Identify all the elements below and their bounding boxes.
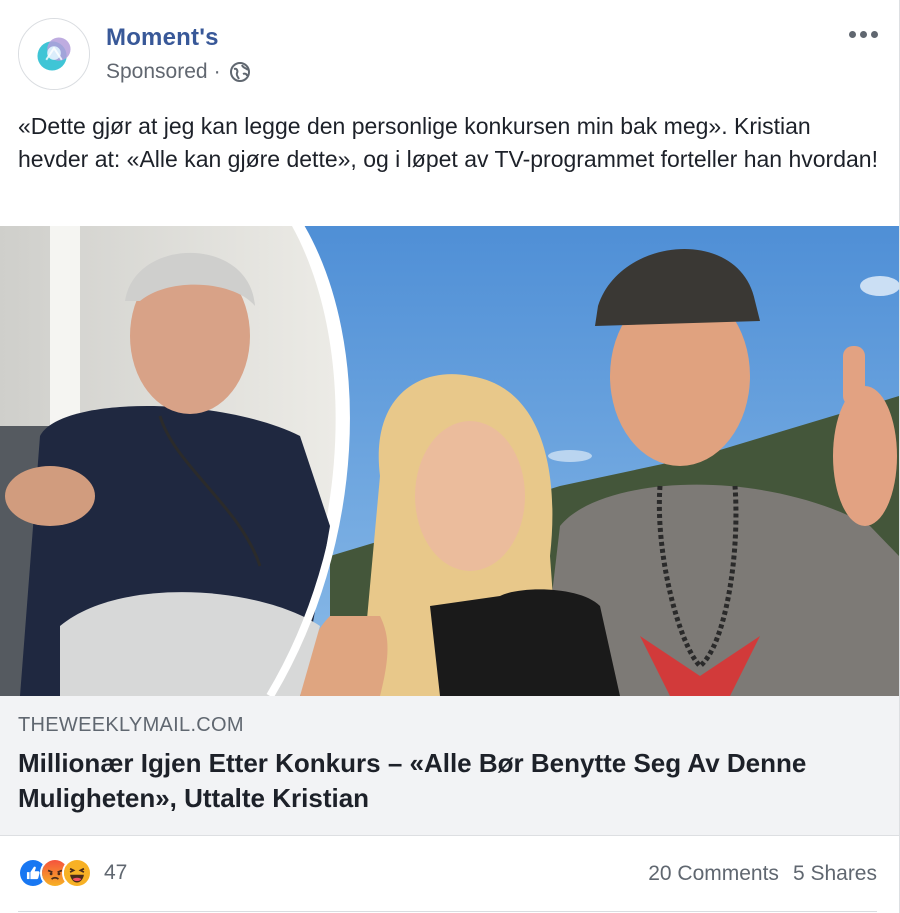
page-name-link[interactable]: Moment's bbox=[106, 24, 219, 52]
photo-collage bbox=[0, 226, 899, 696]
meta-separator: · bbox=[213, 60, 221, 83]
shares-count-link[interactable]: 5 Shares bbox=[793, 862, 877, 886]
page-avatar[interactable] bbox=[18, 18, 90, 90]
comments-count-link[interactable]: 20 Comments bbox=[648, 862, 779, 886]
link-info[interactable]: THEWEEKLYMAIL.COM Millionær Igjen Etter … bbox=[0, 696, 899, 836]
post-caption: «Dette gjør at jeg kan legge den personl… bbox=[18, 113, 878, 172]
link-domain: THEWEEKLYMAIL.COM bbox=[18, 714, 244, 736]
more-dot bbox=[870, 30, 878, 38]
link-headline[interactable]: Millionær Igjen Etter Konkurs – «Alle Bø… bbox=[18, 746, 888, 816]
globe-icon[interactable] bbox=[229, 61, 251, 83]
post-footer: 47 20 Comments 5 Shares bbox=[0, 836, 899, 912]
reactions-summary[interactable]: 47 bbox=[18, 858, 127, 888]
reaction-count: 47 bbox=[104, 861, 128, 884]
post-meta: Sponsored · bbox=[106, 60, 251, 84]
sponsored-post: Moment's Sponsored · «Dette gjør at jeg … bbox=[0, 0, 900, 913]
sponsored-label[interactable]: Sponsored bbox=[106, 60, 208, 84]
haha-icon bbox=[62, 858, 92, 888]
divider bbox=[18, 911, 877, 912]
more-dot bbox=[859, 30, 867, 38]
more-options-icon[interactable] bbox=[845, 22, 881, 46]
moments-logo-icon bbox=[19, 19, 89, 89]
engagement-counts: 20 Comments 5 Shares bbox=[648, 862, 877, 886]
more-dot bbox=[848, 30, 856, 38]
link-preview-image[interactable] bbox=[0, 226, 899, 696]
